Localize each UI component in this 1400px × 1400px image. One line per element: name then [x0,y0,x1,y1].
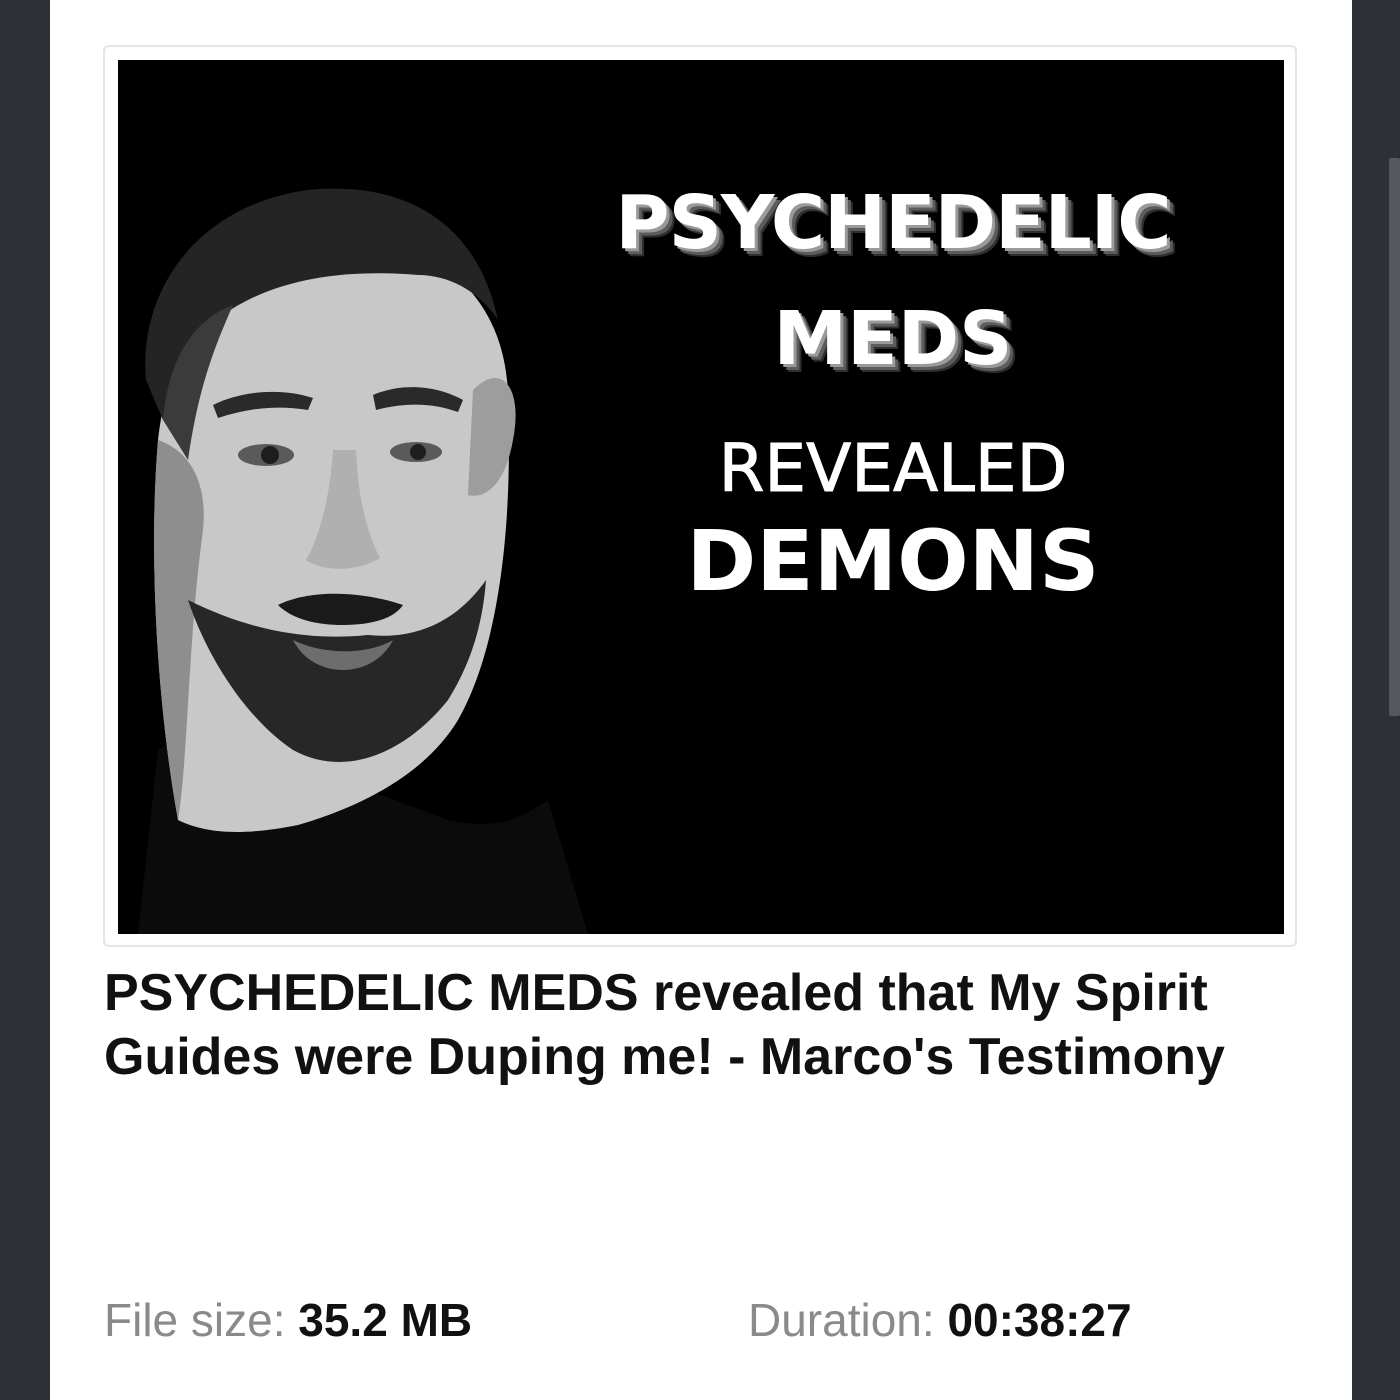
thumbnail-text-line-4: DEMONS [686,512,1100,610]
file-size-value: 35.2 MB [298,1294,473,1346]
thumbnail-text-line-2: MEDS [773,296,1013,382]
scrollbar-thumb[interactable] [1389,158,1400,716]
thumbnail-text-line-1: PSYCHEDELIC [615,180,1171,266]
duration-label: Duration: [748,1294,935,1346]
file-size-label: File size: [104,1294,286,1346]
thumbnail-text-line-3: REVEALED [718,430,1068,508]
file-size-info: File size: 35.2 MB [104,1290,472,1350]
duration-info: Duration: 00:38:27 [748,1290,1132,1350]
duration-value: 00:38:27 [947,1294,1132,1346]
episode-thumbnail[interactable]: PSYCHEDELIC MEDS REVEALED DEMONS [118,60,1284,934]
episode-title: PSYCHEDELIC MEDS revealed that My Spirit… [104,964,1225,1086]
